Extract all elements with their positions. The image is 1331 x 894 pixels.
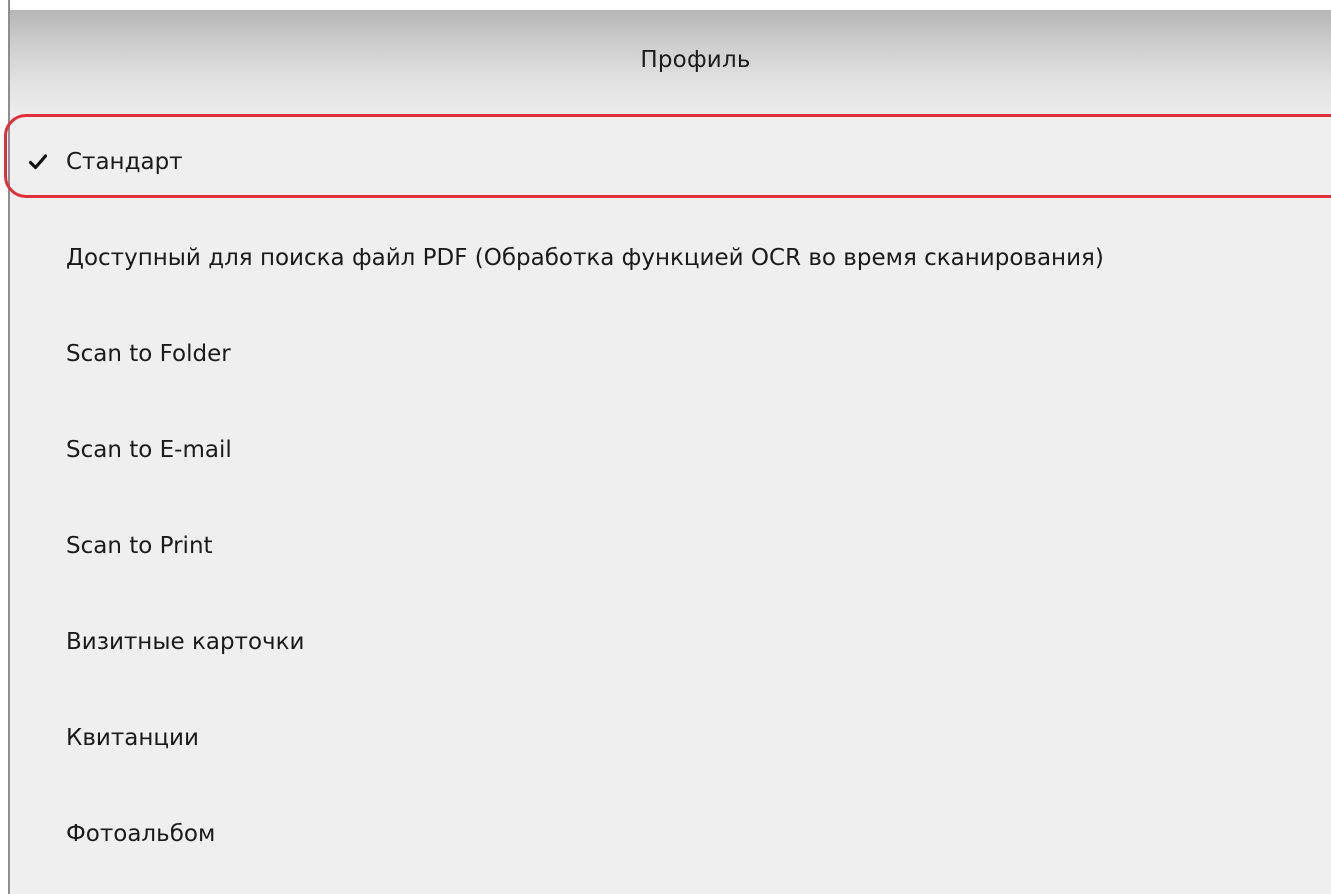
profile-list: Стандарт Доступный для поиска файл PDF (… [10, 114, 1331, 882]
profile-menu: Профиль Стандарт Доступный для поиска фа… [10, 10, 1331, 894]
menu-item-standard[interactable]: Стандарт [10, 114, 1331, 210]
checkmark-icon [10, 154, 66, 170]
menu-item-label: Квитанции [66, 725, 199, 751]
menu-item-label: Доступный для поиска файл PDF (Обработка… [66, 245, 1104, 271]
menu-item-label: Scan to Print [66, 533, 213, 559]
window-top-border [10, 0, 1331, 10]
menu-item-scan-to-folder[interactable]: Scan to Folder [10, 306, 1331, 402]
window-left-border [0, 0, 10, 894]
menu-item-label: Визитные карточки [66, 629, 305, 655]
menu-item-business-cards[interactable]: Визитные карточки [10, 594, 1331, 690]
menu-item-label: Scan to E-mail [66, 437, 232, 463]
menu-item-scan-to-email[interactable]: Scan to E-mail [10, 402, 1331, 498]
menu-item-photo-album[interactable]: Фотоальбом [10, 786, 1331, 882]
menu-item-scan-to-print[interactable]: Scan to Print [10, 498, 1331, 594]
menu-item-label: Стандарт [66, 149, 183, 175]
menu-item-searchable-pdf[interactable]: Доступный для поиска файл PDF (Обработка… [10, 210, 1331, 306]
menu-item-label: Scan to Folder [66, 341, 231, 367]
menu-header-title: Профиль [640, 47, 751, 73]
menu-item-receipts[interactable]: Квитанции [10, 690, 1331, 786]
menu-header: Профиль [10, 10, 1331, 114]
profile-menu-window: Профиль Стандарт Доступный для поиска фа… [0, 0, 1331, 894]
menu-item-label: Фотоальбом [66, 821, 216, 847]
